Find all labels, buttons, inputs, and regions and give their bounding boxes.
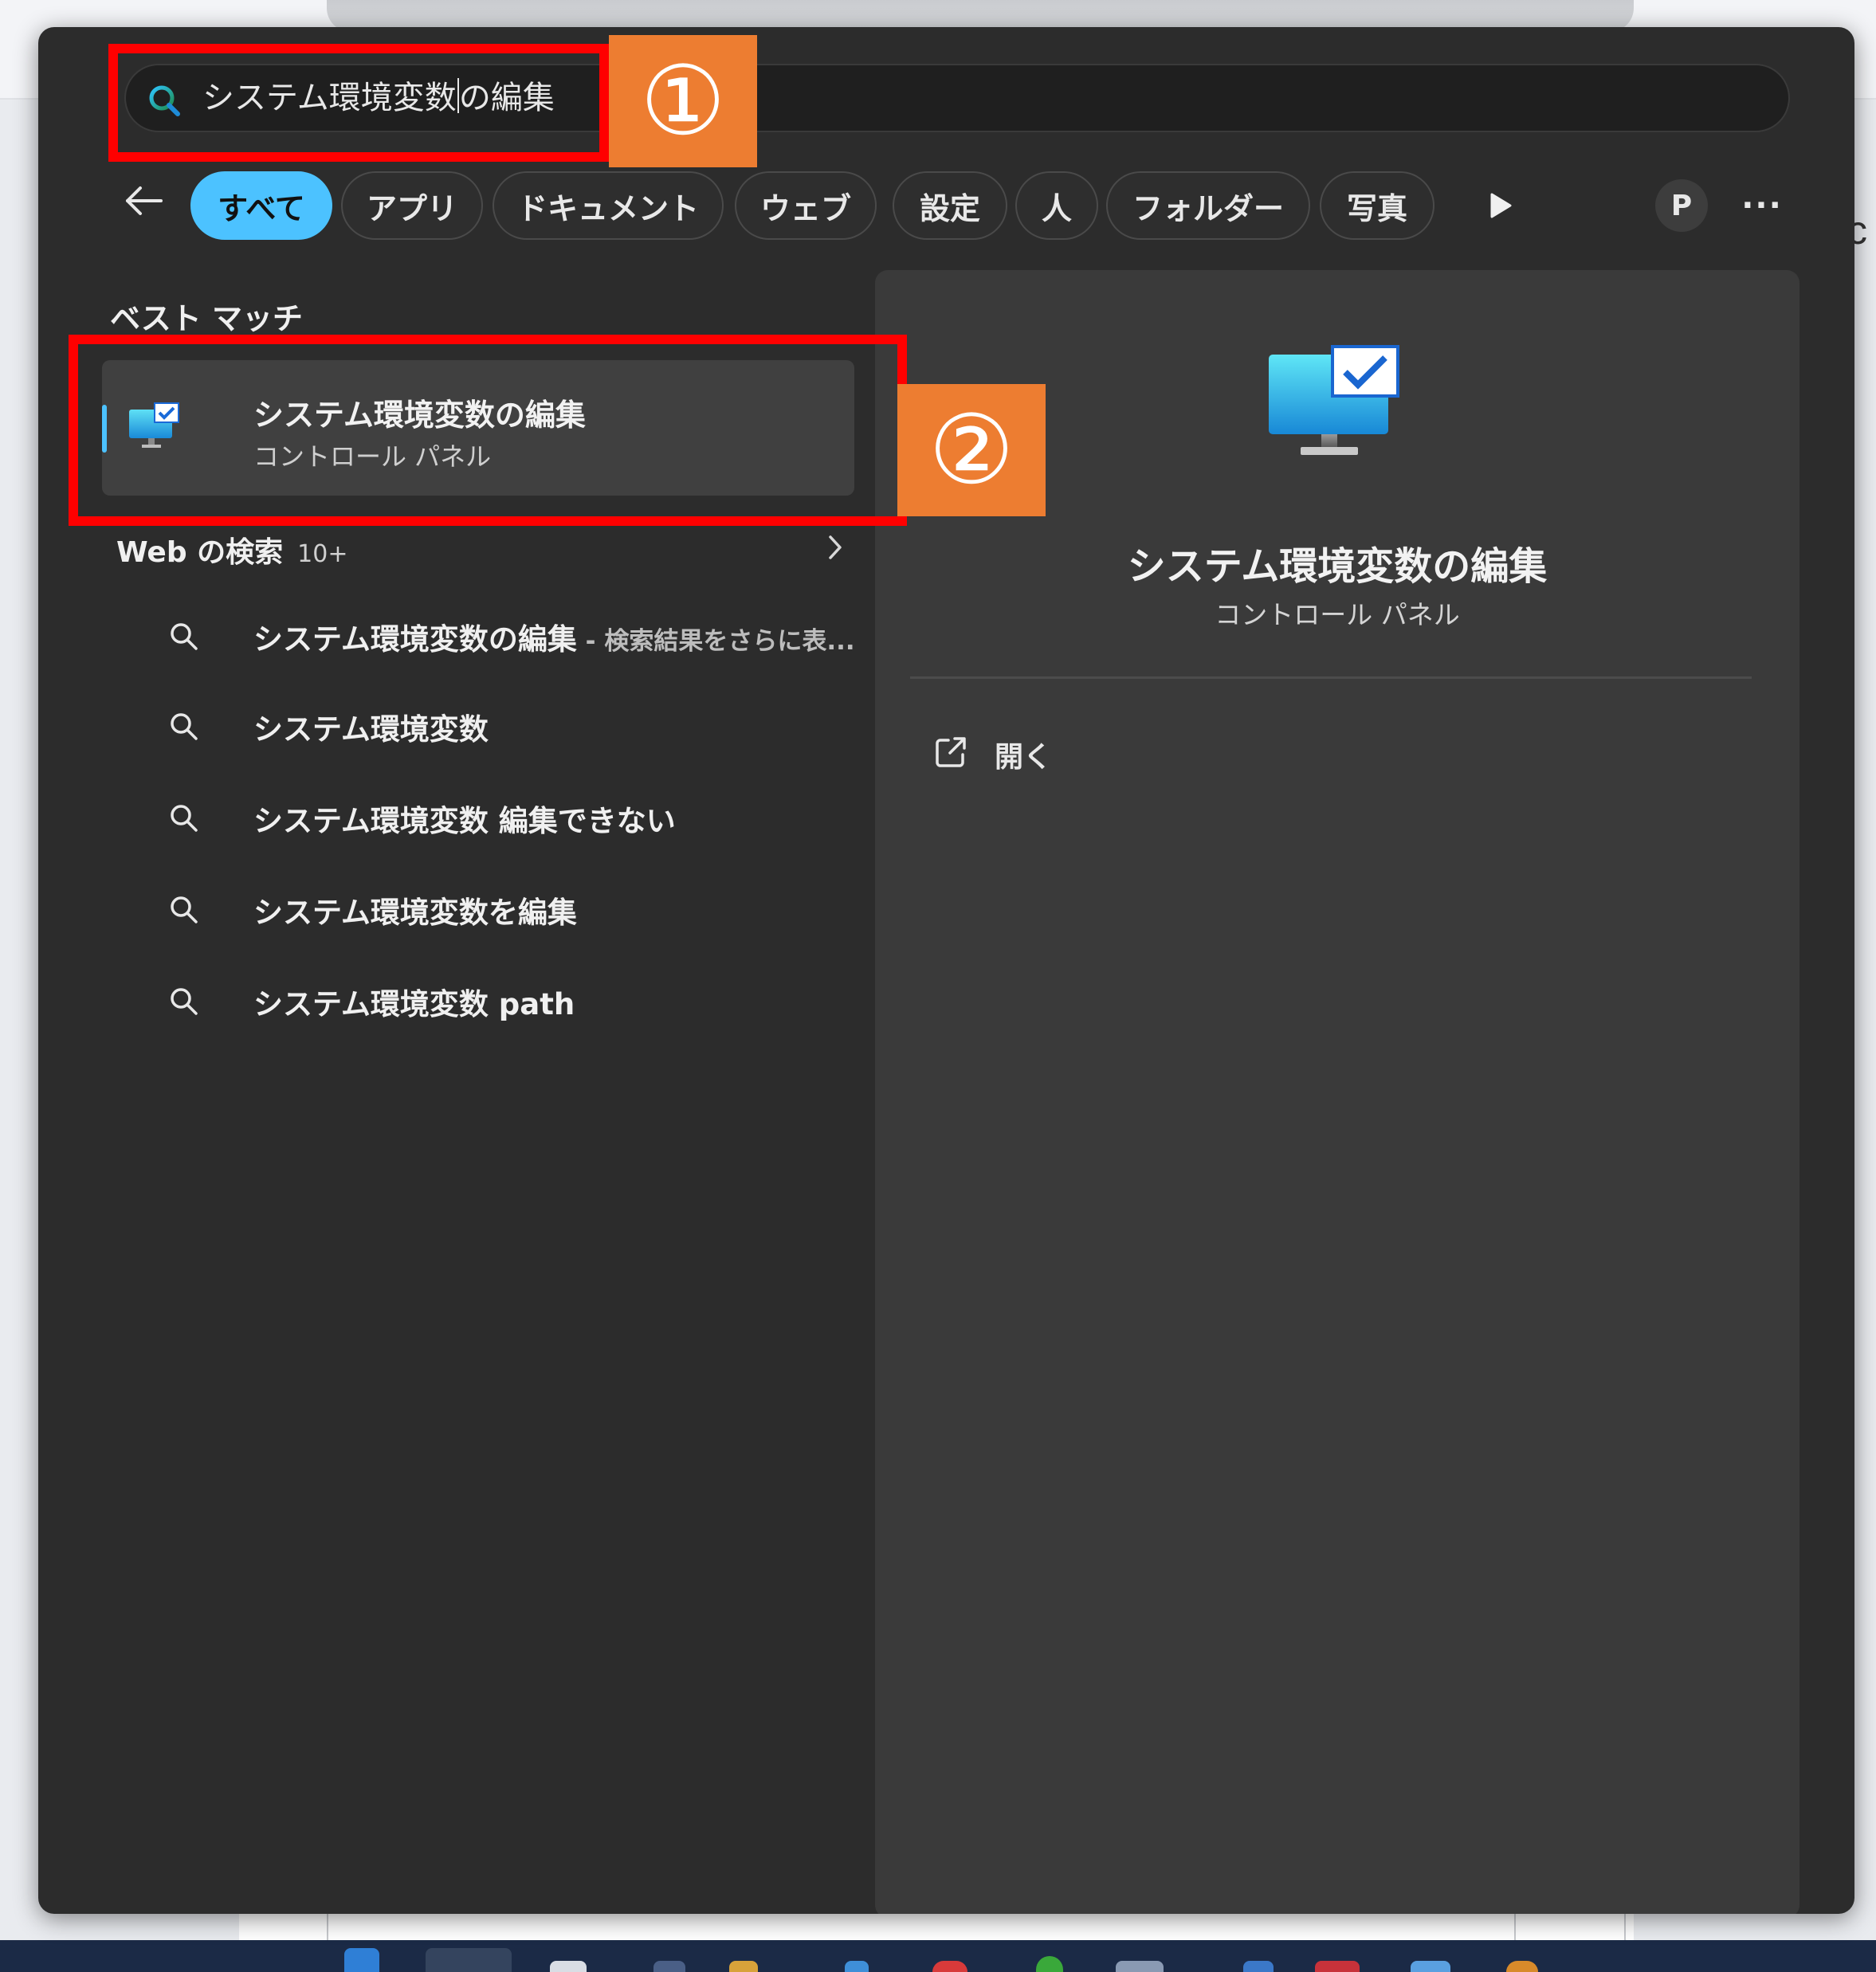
web-result-count: 10+ <box>297 540 348 568</box>
widgets-icon[interactable] <box>653 1961 685 1972</box>
web-search-expand-button[interactable] <box>815 527 855 567</box>
edge-icon[interactable] <box>845 1961 869 1972</box>
filter-photos[interactable]: 写真 <box>1320 171 1434 240</box>
app-icon[interactable] <box>1411 1961 1450 1972</box>
filter-all[interactable]: すべて <box>190 171 332 240</box>
open-button[interactable]: 開く <box>923 724 1162 780</box>
open-external-icon <box>936 737 966 767</box>
detail-title: システム環境変数の編集 <box>1127 544 1548 589</box>
filter-apps[interactable]: アプリ <box>341 171 483 240</box>
chevron-right-icon <box>829 535 842 559</box>
filter-folders[interactable]: フォルダー <box>1106 171 1310 240</box>
app-icon[interactable] <box>1116 1961 1164 1972</box>
web-suggestion-item[interactable]: システム環境変数 編集できない <box>102 779 854 856</box>
file-explorer-icon[interactable] <box>729 1961 758 1972</box>
detail-subtitle: コントロール パネル <box>1215 599 1460 630</box>
search-icon <box>171 713 198 740</box>
best-match-heading: ベスト マッチ <box>110 301 303 336</box>
web-suggestion-item[interactable]: システム環境変数 path <box>102 962 854 1039</box>
taskbar <box>0 1940 1876 1972</box>
annotation-highlight-best-match <box>69 335 907 526</box>
system-properties-icon <box>1269 345 1399 455</box>
filter-web[interactable]: ウェブ <box>735 171 877 240</box>
search-icon <box>171 805 198 832</box>
annotation-step-1-badge: ① <box>609 35 757 167</box>
search-icon <box>171 988 198 1015</box>
result-detail-pane: システム環境変数の編集 コントロール パネル 開く <box>875 270 1799 1914</box>
web-suggestion-label: システム環境変数の編集 <box>253 622 577 657</box>
back-button[interactable] <box>116 173 172 229</box>
start-icon[interactable] <box>344 1948 379 1972</box>
app-icon[interactable] <box>932 1961 967 1972</box>
web-suggestion-text: システム環境変数の編集 - 検索結果をさらに表... <box>253 615 855 658</box>
arrow-left-icon <box>126 186 163 215</box>
filter-settings[interactable]: 設定 <box>893 171 1007 240</box>
web-suggestion-hint: - 検索結果をさらに表... <box>576 627 855 656</box>
annotation-highlight-search <box>108 44 609 162</box>
search-icon <box>171 623 198 650</box>
filter-people[interactable]: 人 <box>1015 171 1098 240</box>
web-suggestion-item[interactable]: システム環境変数の編集 - 検索結果をさらに表... <box>102 598 855 674</box>
web-suggestion-text: システム環境変数 path <box>253 987 575 1021</box>
web-suggestion-text: システム環境変数を編集 <box>253 896 577 930</box>
open-label: 開く <box>995 741 1053 774</box>
search-taskbar-icon[interactable] <box>426 1948 512 1972</box>
filter-documents[interactable]: ドキュメント <box>493 171 724 240</box>
app-icon[interactable] <box>1036 1956 1063 1972</box>
app-icon[interactable] <box>1243 1961 1274 1972</box>
account-avatar[interactable]: P <box>1655 179 1708 232</box>
play-icon <box>1490 193 1512 218</box>
app-icon[interactable] <box>1315 1961 1360 1972</box>
task-view-icon[interactable] <box>550 1961 587 1972</box>
annotation-step-2-badge: ② <box>897 384 1046 516</box>
app-icon[interactable] <box>1506 1961 1538 1972</box>
web-suggestion-text: システム環境変数 <box>253 712 489 747</box>
divider <box>910 676 1752 679</box>
more-options-button[interactable]: ··· <box>1734 179 1790 232</box>
search-icon <box>171 896 198 923</box>
web-suggestion-text: システム環境変数 編集できない <box>253 804 676 838</box>
web-search-heading-label: Web の検索 <box>116 536 284 569</box>
web-suggestion-item[interactable]: システム環境変数を編集 <box>102 871 854 947</box>
web-suggestion-item[interactable]: システム環境変数 <box>102 688 854 764</box>
search-flyout: システム環境変数の編集 すべて アプリ ドキュメント ウェブ 設定 人 フォルダ… <box>38 27 1854 1914</box>
more-filters-button[interactable] <box>1473 175 1529 236</box>
web-search-heading: Web の検索 10+ <box>116 529 347 570</box>
